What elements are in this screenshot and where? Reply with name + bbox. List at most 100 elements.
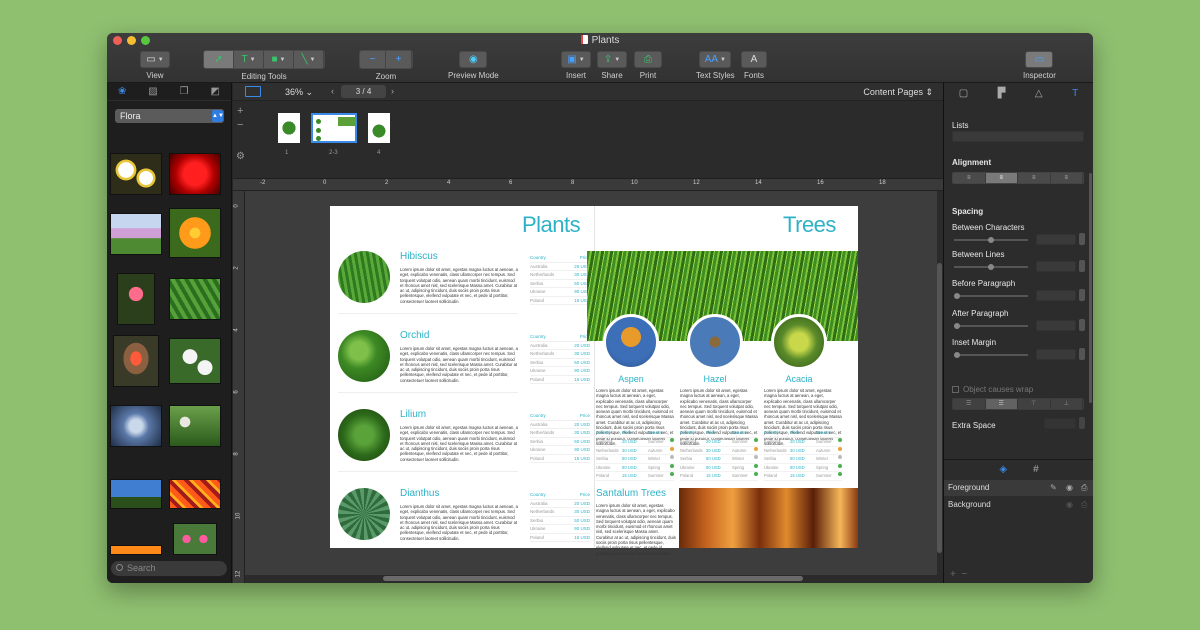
price-table[interactable]: Country Price Australia 20 USD Netherlands 30…	[530, 255, 590, 306]
plant-description[interactable]: Lorem ipsum dolor sit amet, egestas magn…	[400, 425, 518, 462]
after-paragraph-slider[interactable]	[954, 325, 1028, 327]
text-styles-icon[interactable]: AA ▼	[699, 51, 732, 68]
print-icon[interactable]: ⎙	[634, 51, 662, 68]
library-thumbnail[interactable]	[173, 523, 217, 555]
library-thumbnail[interactable]	[169, 338, 221, 384]
object-tab-icon[interactable]: △	[1035, 88, 1043, 99]
eye-icon[interactable]: ◉	[1066, 480, 1073, 496]
price-table[interactable]: Country Price Australia 20 USD Netherlands 30…	[530, 334, 590, 385]
price-table[interactable]: Country Price Season Australia 20 USD Summer N…	[764, 430, 842, 481]
inset-margin-field[interactable]	[1036, 349, 1076, 360]
plant-name[interactable]: Orchid	[400, 330, 429, 341]
library-thumbnail[interactable]	[110, 213, 162, 255]
fonts-icon[interactable]: A	[741, 51, 767, 68]
plant-description[interactable]: Lorem ipsum dolor sit amet, egestas magn…	[400, 346, 518, 383]
library-thumbnail[interactable]	[169, 479, 221, 509]
before-paragraph-field[interactable]	[1036, 290, 1076, 301]
eye-icon[interactable]: ◉	[1066, 497, 1073, 513]
layer-background[interactable]: Background ◉ ⎙	[944, 497, 1093, 513]
page-thumb-4[interactable]	[368, 113, 390, 143]
plant-name[interactable]: Dianthus	[400, 488, 439, 499]
gear-icon[interactable]: ⚙	[236, 151, 245, 162]
horizontal-scrollbar[interactable]	[383, 576, 803, 581]
stepper[interactable]	[1079, 319, 1085, 331]
inspector-scrollbar[interactable]	[1089, 173, 1092, 403]
before-paragraph-slider[interactable]	[954, 295, 1028, 297]
stepper[interactable]	[1079, 260, 1085, 272]
stepper[interactable]	[1079, 289, 1085, 301]
stepper[interactable]	[1079, 233, 1085, 245]
price-table[interactable]: Country Price Season Australia 20 USD Summer N…	[596, 430, 674, 481]
library-thumbnail[interactable]	[110, 545, 162, 555]
tree-name[interactable]: Acacia	[771, 374, 827, 384]
slider-knob[interactable]	[954, 352, 960, 358]
tree-entry[interactable]: Acacia	[771, 314, 827, 384]
wrap-control[interactable]: ☰ ☰ ⊤ ⊥	[952, 398, 1084, 410]
inspector-icon[interactable]: ▭	[1025, 51, 1054, 68]
zoom-select[interactable]: 36% ⌄	[285, 87, 313, 98]
wrap-top-icon[interactable]: ⊤	[1018, 399, 1051, 409]
wrap-both-icon[interactable]: ⊥	[1050, 399, 1083, 409]
plant-description[interactable]: Lorem ipsum dolor sit amet, egestas magn…	[400, 504, 518, 541]
remove-page-icon[interactable]: −	[237, 119, 243, 131]
alignment-control[interactable]: ≡ ≡ ≡ ≡	[952, 172, 1084, 184]
page-thumb-2-3[interactable]	[311, 113, 357, 143]
select-tool-icon[interactable]: ➚	[204, 51, 234, 68]
layers-icon[interactable]: ◈	[999, 464, 1007, 475]
share-icon[interactable]: ⇪ ▼	[597, 51, 627, 68]
price-table[interactable]: Country Price Australia 20 USD Netherlands 30…	[530, 492, 590, 543]
library-thumbnail[interactable]	[169, 208, 221, 258]
library-thumbnail[interactable]	[110, 405, 162, 447]
shapes-icon[interactable]: ◩	[211, 86, 220, 97]
flower-icon[interactable]: ❀	[118, 86, 126, 97]
align-center-icon[interactable]: ≡	[985, 173, 1018, 183]
price-table[interactable]: Country Price Australia 20 USD Netherlands 30…	[530, 413, 590, 464]
section2-text[interactable]: Lorem ipsum dolor sit amet, egestas magn…	[596, 503, 676, 556]
pencil-icon[interactable]: ✎	[1050, 480, 1057, 496]
category-select[interactable]: Flora ▲▼	[115, 109, 224, 123]
align-justify-icon[interactable]: ≡	[1050, 173, 1083, 183]
plant-entry[interactable]: Dianthus Lorem ipsum dolor sit amet, ege…	[338, 488, 590, 560]
preview-mode-icon[interactable]: ◉	[459, 51, 488, 68]
section2-title[interactable]: Santalum Trees	[596, 488, 666, 499]
slider-knob[interactable]	[988, 237, 994, 243]
prev-page-icon[interactable]: ‹	[331, 86, 334, 96]
view-mode-select[interactable]: Content Pages ⇕	[863, 87, 933, 98]
tree-name[interactable]: Hazel	[687, 374, 743, 384]
slider-knob[interactable]	[954, 293, 960, 299]
image-icon[interactable]: ▨	[148, 86, 157, 97]
plants-title[interactable]: Plants	[522, 212, 581, 238]
object-wrap-checkbox[interactable]: Object causes wrap	[952, 385, 1033, 394]
pages-view-icon[interactable]	[245, 86, 261, 97]
trees-title[interactable]: Trees	[783, 212, 836, 238]
remove-layer-icon[interactable]: −	[961, 569, 967, 580]
align-right-icon[interactable]: ≡	[1018, 173, 1051, 183]
add-page-icon[interactable]: +	[237, 105, 243, 117]
plant-name[interactable]: Lilium	[400, 409, 426, 420]
after-paragraph-field[interactable]	[1036, 320, 1076, 331]
text-tab-icon[interactable]: T	[1072, 88, 1078, 99]
library-thumbnail[interactable]	[110, 153, 162, 195]
plant-photo[interactable]	[338, 409, 390, 461]
line-tool-icon[interactable]: ╲ ▼	[294, 51, 324, 68]
page-indicator[interactable]: 3 / 4	[341, 85, 386, 98]
text-tool-icon[interactable]: T ▼	[234, 51, 264, 68]
shape-tool-icon[interactable]: ■ ▼	[264, 51, 294, 68]
extra-space-field[interactable]	[1044, 418, 1076, 429]
stepper[interactable]	[1079, 348, 1085, 360]
page-thumb-1[interactable]	[278, 113, 300, 143]
library-thumbnail[interactable]	[169, 278, 221, 320]
tree-photo[interactable]	[687, 314, 743, 370]
zoom-out-icon[interactable]: −	[360, 51, 386, 68]
price-table[interactable]: Country Price Season Australia 20 USD Summer N…	[680, 430, 758, 481]
plant-description[interactable]: Lorem ipsum dolor sit amet, egestas magn…	[400, 267, 518, 304]
view-button[interactable]: ▭ ▼	[140, 51, 170, 68]
plant-name[interactable]: Hibiscus	[400, 251, 438, 262]
canyon-image[interactable]	[679, 488, 858, 548]
zoom-in-icon[interactable]: +	[386, 51, 412, 68]
page-spread[interactable]: Plants Hibiscus Lorem ipsum dolor sit am…	[330, 206, 858, 556]
add-layer-icon[interactable]: +	[950, 569, 956, 580]
library-thumbnail[interactable]	[169, 153, 221, 195]
inset-margin-slider[interactable]	[954, 354, 1028, 356]
tree-photo[interactable]	[771, 314, 827, 370]
